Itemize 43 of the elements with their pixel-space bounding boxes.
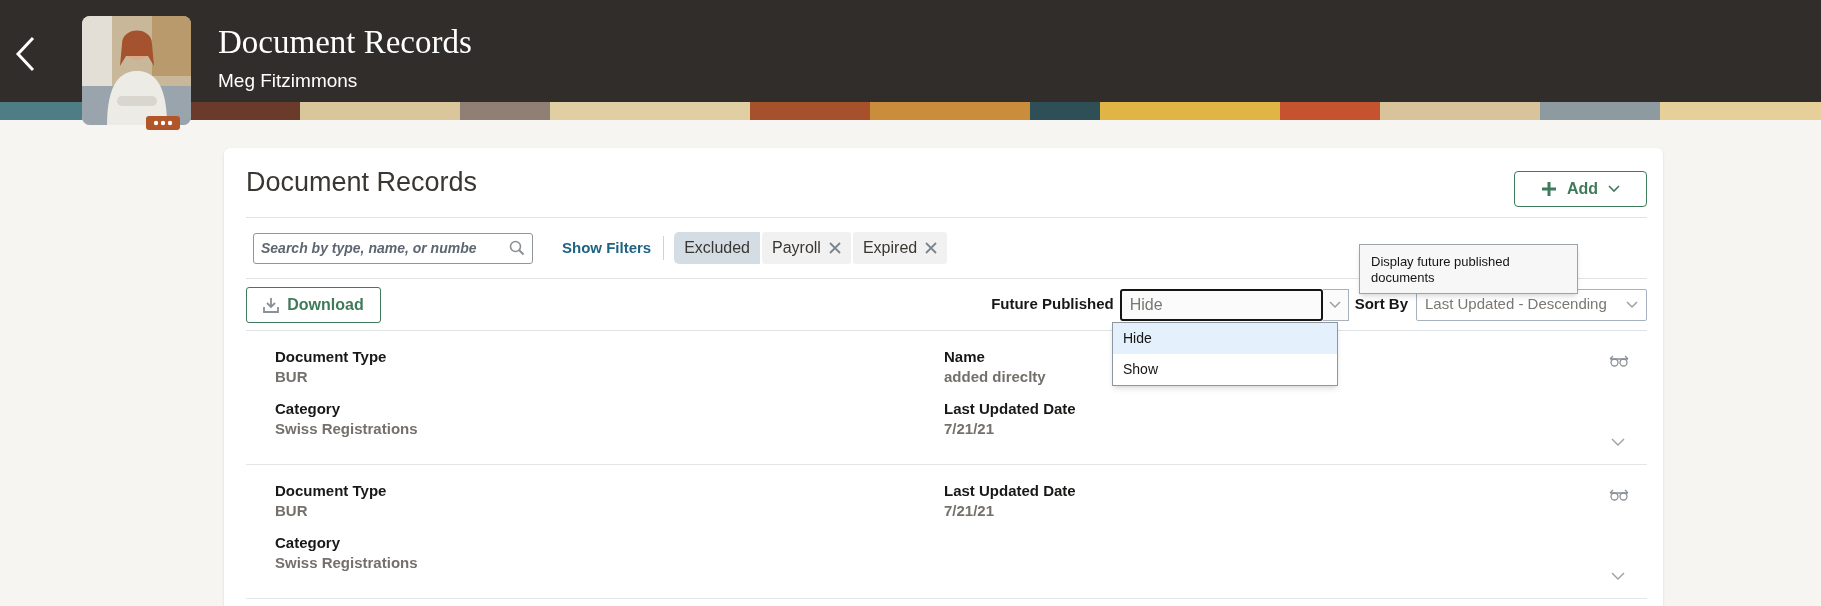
- field-label: Last Updated Date: [944, 399, 1076, 419]
- back-icon[interactable]: [14, 36, 36, 72]
- caret-icon: [1626, 300, 1638, 309]
- search-icon: [509, 240, 525, 256]
- field-label: Last Updated Date: [944, 481, 1076, 501]
- field-label: Document Type: [275, 347, 387, 367]
- filter-chip[interactable]: Excluded: [674, 232, 760, 264]
- user-name: Meg Fitzimmons: [218, 69, 359, 93]
- tooltip: Display future published documents: [1359, 244, 1578, 294]
- field-value: BUR: [275, 367, 308, 387]
- filter-chip[interactable]: Payroll: [762, 232, 851, 264]
- caret-icon: [1329, 300, 1342, 309]
- download-button[interactable]: Download: [246, 286, 381, 323]
- close-icon[interactable]: [828, 242, 841, 254]
- close-icon[interactable]: [925, 242, 938, 254]
- field-value: Swiss Registrations: [275, 553, 418, 573]
- search-field[interactable]: Search by type, name, or numbe: [253, 232, 533, 264]
- field-label: Category: [275, 399, 341, 419]
- glasses-icon[interactable]: [1609, 489, 1629, 501]
- field-value: 7/21/21: [944, 501, 995, 521]
- field-label: Name: [944, 347, 985, 367]
- field-label: Document Type: [275, 481, 387, 501]
- field-label: Sort By: [1354, 294, 1408, 315]
- dropdown-option[interactable]: Hide: [1113, 323, 1337, 354]
- caret-icon: [1608, 184, 1621, 193]
- more-icon[interactable]: [146, 116, 180, 130]
- expand-icon[interactable]: [1611, 438, 1625, 446]
- field-label: Category: [275, 533, 341, 553]
- filter-chip[interactable]: Expired: [852, 232, 948, 264]
- page-title: Document Records: [218, 23, 472, 62]
- add-button[interactable]: Add: [1514, 170, 1647, 207]
- field-value: 7/21/21: [944, 419, 995, 439]
- card-title: Document Records: [246, 166, 478, 200]
- plus-icon: [1540, 180, 1557, 197]
- glasses-icon[interactable]: [1609, 355, 1629, 367]
- field-value: Swiss Registrations: [275, 419, 418, 439]
- field-label: Future Published: [991, 294, 1114, 315]
- dropdown-option[interactable]: Show: [1113, 354, 1337, 385]
- expand-icon[interactable]: [1611, 572, 1625, 580]
- download-icon: [263, 296, 280, 313]
- show-filters-link[interactable]: Show Filters: [562, 236, 652, 260]
- field-value: BUR: [275, 501, 308, 521]
- field-value: added direclty: [944, 367, 1046, 387]
